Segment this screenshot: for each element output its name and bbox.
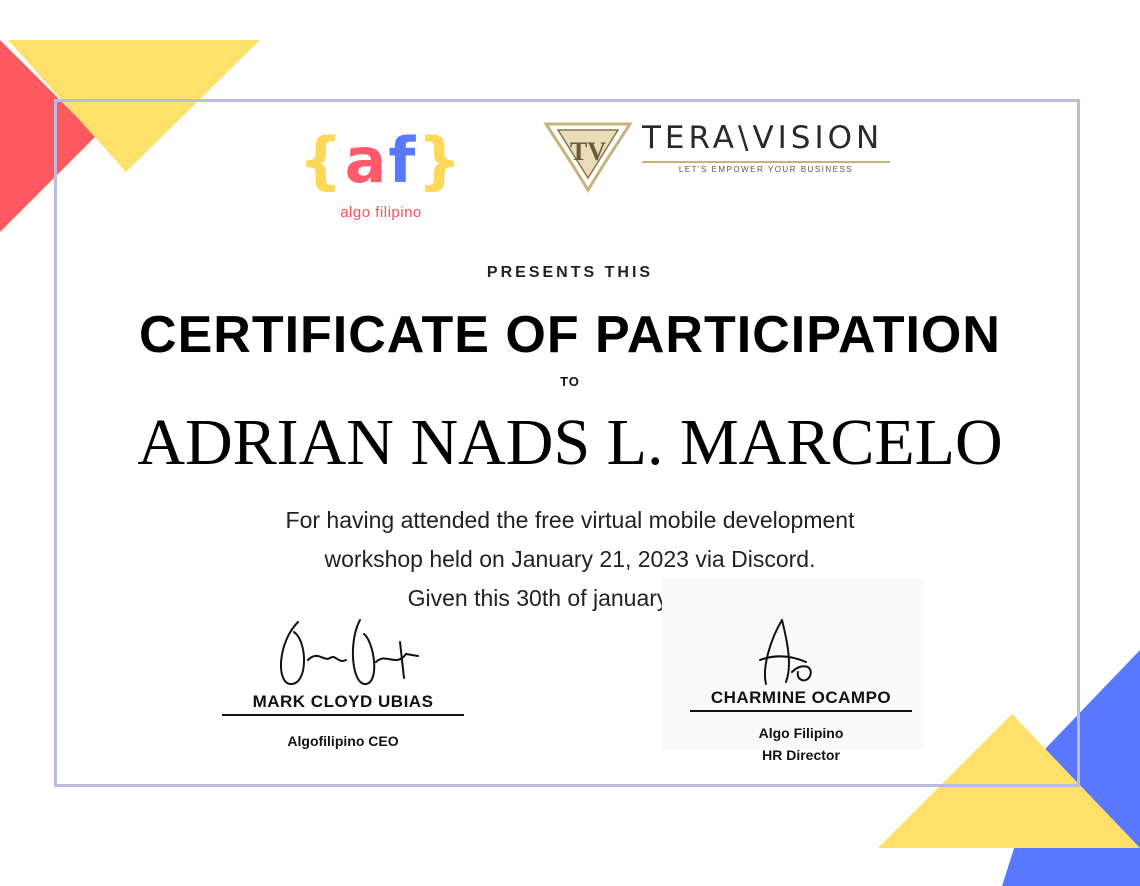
signatory-2-line [690, 710, 912, 712]
teravision-emblem-letters: TV [570, 137, 606, 166]
certificate-title: CERTIFICATE OF PARTICIPATION [139, 306, 1001, 364]
af-letter-a: a [344, 124, 389, 197]
teravision-name: TERA\VISION [642, 120, 884, 156]
algo-filipino-logo: {af} algo filipino [290, 118, 472, 228]
signature-mark-cloyd-ubias [280, 619, 419, 686]
teravision-logo: TV TERA\VISION LET'S EMPOWER YOUR BUSINE… [538, 118, 898, 198]
signature-charmine-ocampo [759, 619, 812, 685]
af-logo-mark: {af} [290, 118, 472, 204]
signatory-1-line [222, 714, 464, 716]
af-brace-open: { [298, 124, 345, 197]
af-logo-name: algo filipino [340, 204, 422, 221]
signatory-2-role-line-1: Algo Filipino [758, 725, 844, 741]
af-letter-f: f [388, 124, 418, 197]
af-brace-close: } [417, 124, 464, 197]
body-text-line-2: workshop held on January 21, 2023 via Di… [324, 546, 816, 572]
signatory-1-role: Algofilipino CEO [287, 733, 399, 749]
presents-heading: PRESENTS THIS [486, 264, 654, 281]
to-label: TO [560, 374, 580, 389]
teravision-gold-rule [642, 161, 890, 163]
signatory-2-role: Algo Filipino HR Director [690, 722, 912, 766]
signatory-1-name: MARK CLOYD UBIAS [252, 692, 434, 711]
teravision-tagline: LET'S EMPOWER YOUR BUSINESS [678, 165, 854, 174]
body-text-line-1: For having attended the free virtual mob… [285, 507, 855, 533]
body-text-line-3: Given this 30th of january 2023. [407, 585, 733, 611]
signatory-2-role-line-2: HR Director [762, 747, 840, 763]
signatory-2-name: CHARMINE OCAMPO [710, 688, 892, 707]
recipient-name: ADRIAN NADS L. MARCELO [137, 406, 1003, 479]
teravision-emblem-icon: TV [543, 122, 633, 193]
